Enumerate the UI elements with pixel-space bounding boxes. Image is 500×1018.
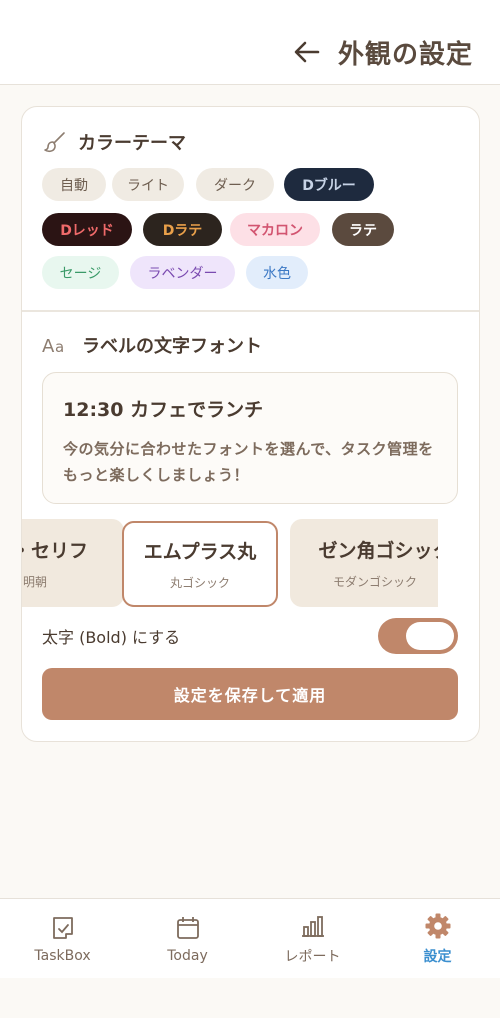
theme-section-header: カラーテーマ	[42, 129, 186, 155]
font-option-mplus-rounded[interactable]: エムプラス丸 丸ゴシック	[122, 521, 278, 607]
home-indicator-area	[0, 978, 500, 1018]
preview-title: 12:30 カフェでランチ	[63, 399, 264, 421]
font-preview: 12:30 カフェでランチ 今の気分に合わせたフォントを選んで、タスク管理をもっ…	[42, 372, 458, 504]
arrow-left-icon	[294, 41, 320, 63]
status-bar	[0, 0, 500, 20]
back-button[interactable]	[292, 37, 322, 67]
bottom-nav: TaskBox Today レポート 設定	[0, 898, 500, 978]
font-section-title: ラベルの文字フォント	[82, 336, 262, 357]
calendar-icon	[174, 914, 202, 942]
settings-card: カラーテーマ 自動 ライト ダーク Dブルー Dレッド Dラテ マカロン ラテセージ ラベンダー…	[21, 106, 480, 742]
theme-chip[interactable]: マカロン	[230, 213, 320, 246]
font-option-serif[interactable]: ・セリフ 明朝	[22, 519, 124, 607]
svg-text:a: a	[55, 338, 64, 356]
section-divider	[22, 310, 479, 312]
header: 外観の設定	[0, 20, 500, 85]
font-size-icon: A a	[42, 332, 72, 358]
theme-chip[interactable]: 水色	[246, 256, 308, 289]
theme-chip[interactable]: Dラテ	[143, 213, 222, 246]
svg-text:A: A	[42, 336, 55, 356]
theme-section-title: カラーテーマ	[78, 133, 186, 154]
gear-icon	[424, 912, 452, 940]
font-selector[interactable]: ・セリフ 明朝 エムプラス丸 丸ゴシック ゼン角ゴシック モダンゴシック	[22, 519, 438, 607]
theme-chip[interactable]: セージ	[42, 256, 119, 289]
theme-chip[interactable]: ラベンダー	[130, 256, 235, 289]
nav-settings[interactable]: 設定	[375, 899, 500, 978]
nav-taskbox[interactable]: TaskBox	[0, 899, 125, 978]
font-option-zen-kaku[interactable]: ゼン角ゴシック モダンゴシック	[290, 519, 438, 607]
bold-label: 太字 (Bold) にする	[42, 628, 181, 647]
theme-chip[interactable]: ラテ	[332, 213, 394, 246]
theme-chip[interactable]: ダーク	[196, 168, 274, 201]
nav-today[interactable]: Today	[125, 899, 250, 978]
toggle-knob	[406, 622, 454, 650]
theme-chip[interactable]: Dブルー	[284, 168, 374, 201]
paintbrush-icon	[42, 129, 68, 155]
bar-chart-icon	[299, 912, 327, 940]
bold-setting-row: 太字 (Bold) にする	[42, 617, 458, 655]
save-button[interactable]: 設定を保存して適用	[42, 668, 458, 720]
theme-chip[interactable]: 自動	[42, 168, 106, 201]
page-title: 外観の設定	[337, 39, 473, 70]
theme-chip[interactable]: Dレッド	[42, 213, 132, 246]
nav-report[interactable]: レポート	[250, 899, 375, 978]
theme-chip[interactable]: ライト	[112, 168, 184, 201]
preview-text: 今の気分に合わせたフォントを選んで、タスク管理をもっと楽しくしましょう！	[63, 440, 434, 484]
font-section-header: A a ラベルの文字フォント	[42, 332, 262, 358]
bold-toggle[interactable]	[378, 618, 458, 654]
inbox-check-icon	[49, 914, 77, 942]
